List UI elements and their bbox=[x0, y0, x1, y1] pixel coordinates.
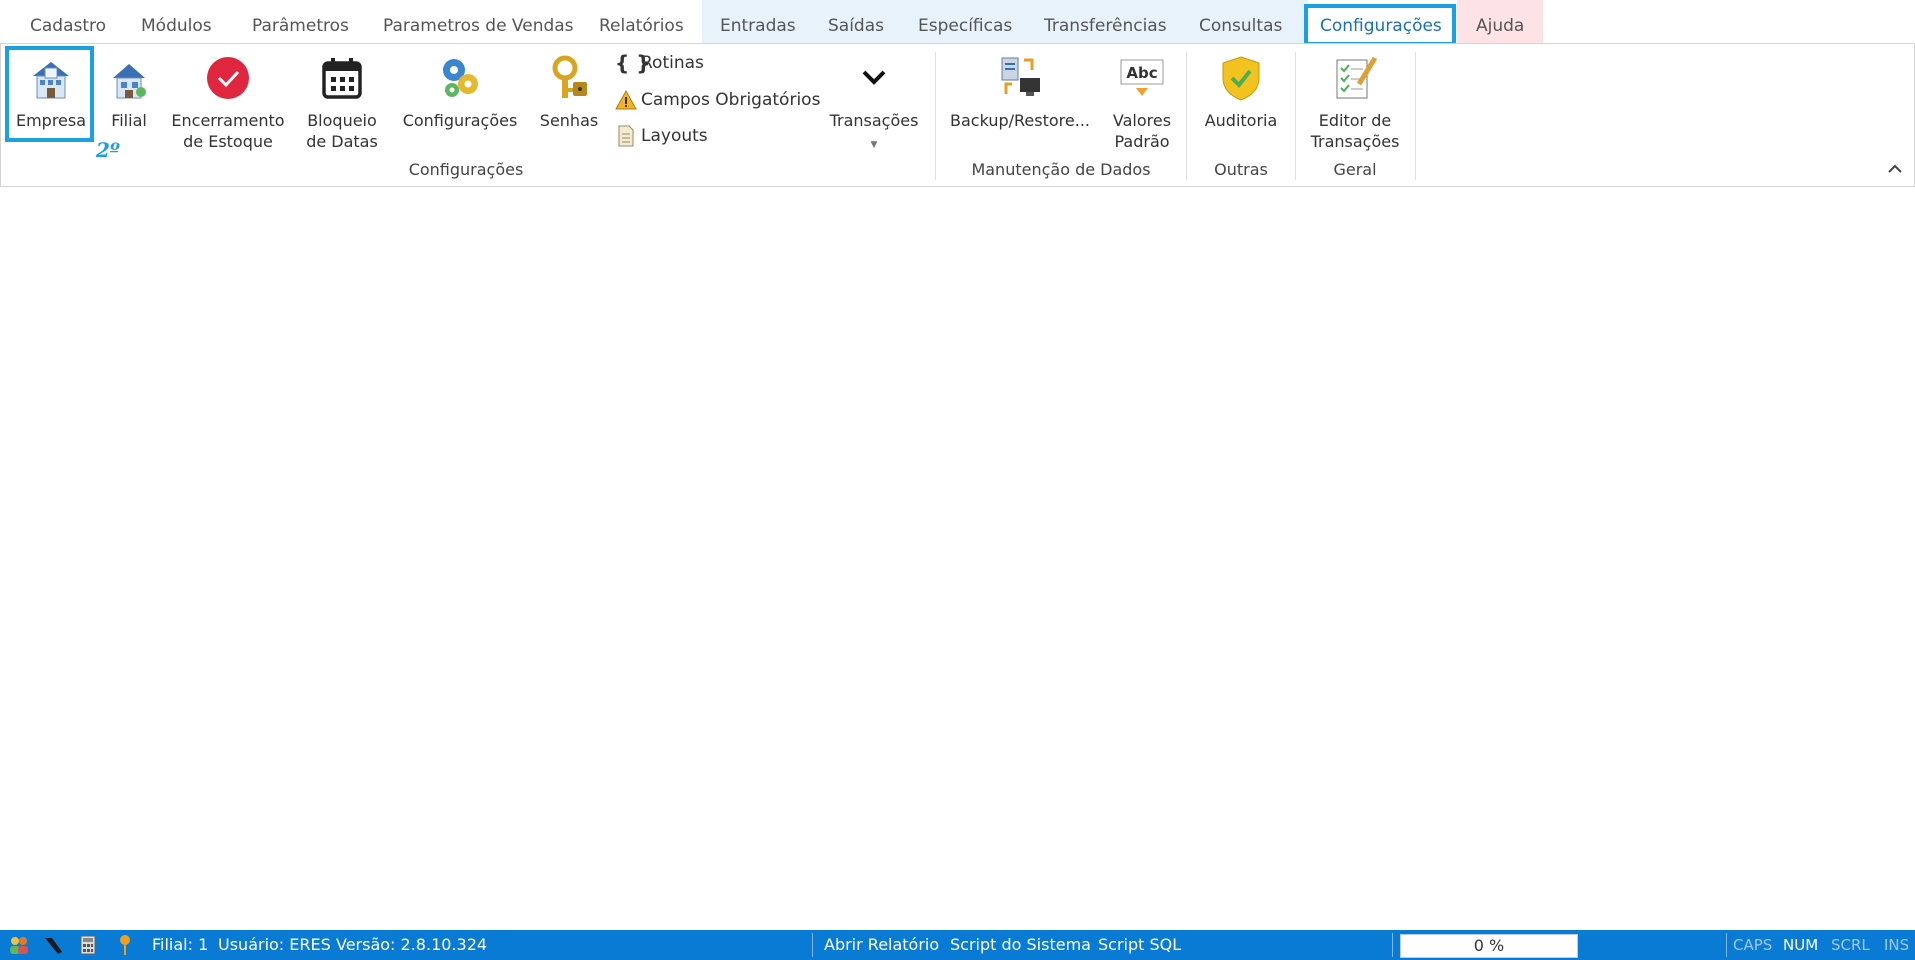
campos-obrigatorios-button[interactable]: Campos Obrigatórios bbox=[615, 89, 820, 111]
document-icon bbox=[618, 125, 634, 147]
filial-button[interactable]: Filial bbox=[101, 54, 157, 131]
tools-icon bbox=[45, 938, 62, 954]
progress-value: 0 % bbox=[1473, 936, 1505, 955]
bloqueio-label-2: de Datas bbox=[306, 132, 378, 151]
highlight-box-step1 bbox=[1304, 4, 1456, 46]
layouts-button[interactable]: Layouts bbox=[615, 125, 708, 147]
shield-check-icon bbox=[1222, 56, 1260, 101]
pin-icon bbox=[120, 935, 130, 955]
ribbon-tab-bar: Cadastro Módulos Parâmetros Parametros d… bbox=[0, 0, 1915, 46]
scrl-indicator: SCRL bbox=[1831, 936, 1870, 954]
valores-label-2: Padrão bbox=[1114, 132, 1170, 151]
tab-especificas[interactable]: Específicas bbox=[918, 6, 1012, 43]
key-lock-icon bbox=[552, 55, 587, 98]
transacoes-dropdown[interactable]: Transações ▼ bbox=[823, 54, 925, 156]
status-versao: Versão: 2.8.10.324 bbox=[336, 935, 488, 954]
editor-transacoes-button[interactable]: Editor de Transações bbox=[1305, 54, 1405, 152]
status-separator bbox=[812, 933, 813, 957]
annotation-step2: 2º bbox=[96, 138, 120, 162]
caps-indicator: CAPS bbox=[1733, 936, 1773, 954]
backup-restore-button[interactable]: Backup/Restore... bbox=[945, 54, 1095, 131]
abc-text-icon: Abc bbox=[1120, 59, 1164, 96]
dropdown-arrow-icon: ▼ bbox=[870, 140, 878, 150]
calendar-icon bbox=[322, 58, 362, 99]
senhas-label: Senhas bbox=[539, 111, 599, 130]
group-label-geral: Geral bbox=[1333, 160, 1377, 179]
editor-label-2: Transações bbox=[1310, 132, 1400, 151]
collapse-ribbon-icon[interactable] bbox=[1886, 161, 1904, 175]
ribbon-panel: Empresa Filial Encerramento de Estoque B… bbox=[0, 43, 1915, 187]
filial-label: Filial bbox=[111, 111, 147, 130]
encerramento-label-2: de Estoque bbox=[183, 132, 273, 151]
tab-parametros[interactable]: Parâmetros bbox=[252, 6, 349, 43]
group-label-configuracoes: Configurações bbox=[408, 160, 524, 179]
valores-padrao-button[interactable]: Abc Valores Padrão bbox=[1105, 54, 1179, 152]
users-icon bbox=[10, 937, 28, 954]
checklist-pencil-icon bbox=[1336, 56, 1378, 99]
braces-icon: { } bbox=[615, 51, 651, 75]
tab-parametros-vendas[interactable]: Parametros de Vendas bbox=[383, 6, 574, 43]
tab-ajuda[interactable]: Ajuda bbox=[1476, 6, 1524, 43]
rotinas-button[interactable]: { }Rotinas bbox=[615, 52, 704, 74]
valores-label-1: Valores bbox=[1112, 111, 1172, 130]
group-separator bbox=[1295, 52, 1296, 180]
backup-label: Backup/Restore... bbox=[949, 111, 1090, 130]
group-label-manutencao: Manutenção de Dados bbox=[971, 160, 1151, 179]
script-sistema-link[interactable]: Script do Sistema bbox=[950, 930, 1091, 960]
tab-entradas[interactable]: Entradas bbox=[720, 6, 796, 43]
rotinas-label: Rotinas bbox=[641, 53, 704, 73]
tab-transferencias[interactable]: Transferências bbox=[1044, 6, 1167, 43]
status-bar: Filial: 1 Usuário: ERES Versão: 2.8.10.3… bbox=[0, 930, 1915, 960]
encerramento-label-1: Encerramento bbox=[171, 111, 285, 130]
tab-relatorios[interactable]: Relatórios bbox=[599, 6, 684, 43]
bloqueio-label-1: Bloqueio bbox=[307, 111, 377, 130]
bloqueio-datas-button[interactable]: Bloqueio de Datas bbox=[299, 54, 385, 152]
senhas-button[interactable]: Senhas bbox=[536, 54, 602, 131]
svg-text:Abc: Abc bbox=[1126, 64, 1157, 82]
status-usuario: Usuário: ERES bbox=[218, 935, 331, 954]
tab-saidas[interactable]: Saídas bbox=[828, 6, 884, 43]
ins-indicator: INS bbox=[1884, 936, 1910, 954]
branch-building-icon bbox=[113, 64, 146, 99]
progress-bar: 0 % bbox=[1400, 934, 1578, 958]
group-label-outras: Outras bbox=[1214, 160, 1268, 179]
chevron-down-icon bbox=[862, 70, 886, 85]
tab-modulos[interactable]: Módulos bbox=[141, 6, 212, 43]
transacoes-label: Transações bbox=[829, 111, 919, 130]
script-sql-link[interactable]: Script SQL bbox=[1098, 930, 1181, 960]
editor-label-1: Editor de bbox=[1318, 111, 1392, 130]
encerramento-estoque-button[interactable]: Encerramento de Estoque bbox=[169, 54, 287, 152]
gears-icon bbox=[443, 59, 478, 97]
layouts-label: Layouts bbox=[641, 126, 708, 146]
group-separator bbox=[935, 52, 936, 180]
status-separator bbox=[1726, 933, 1727, 957]
highlight-box-step2 bbox=[5, 46, 94, 142]
calculator-icon[interactable] bbox=[80, 935, 96, 955]
server-backup-icon bbox=[1001, 57, 1040, 96]
configuracoes-label: Configurações bbox=[402, 111, 518, 130]
auditoria-button[interactable]: Auditoria bbox=[1193, 54, 1289, 131]
check-circle-icon bbox=[207, 57, 249, 99]
campos-label: Campos Obrigatórios bbox=[641, 90, 821, 110]
configuracoes-button[interactable]: Configurações bbox=[399, 54, 521, 131]
group-separator bbox=[1415, 52, 1416, 180]
warning-icon bbox=[615, 89, 637, 110]
status-separator bbox=[1392, 933, 1393, 957]
abrir-relatorio-link[interactable]: Abrir Relatório bbox=[824, 930, 939, 960]
num-indicator: NUM bbox=[1783, 936, 1819, 954]
auditoria-label: Auditoria bbox=[1204, 111, 1278, 130]
tab-consultas[interactable]: Consultas bbox=[1199, 6, 1282, 43]
tab-cadastro[interactable]: Cadastro bbox=[30, 6, 106, 43]
status-filial: Filial: 1 bbox=[152, 935, 209, 954]
